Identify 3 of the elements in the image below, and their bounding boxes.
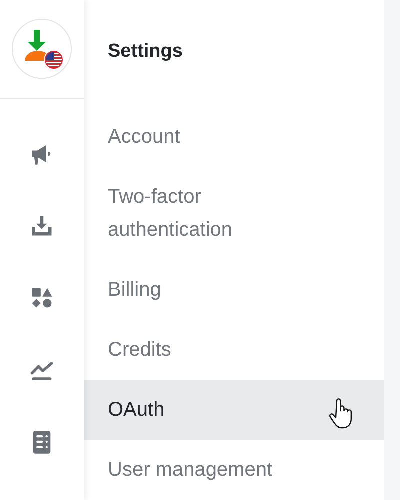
settings-title: Settings (108, 41, 183, 63)
settings-menu-item[interactable]: OAuth (84, 380, 384, 440)
hand-cursor-icon (328, 398, 354, 430)
